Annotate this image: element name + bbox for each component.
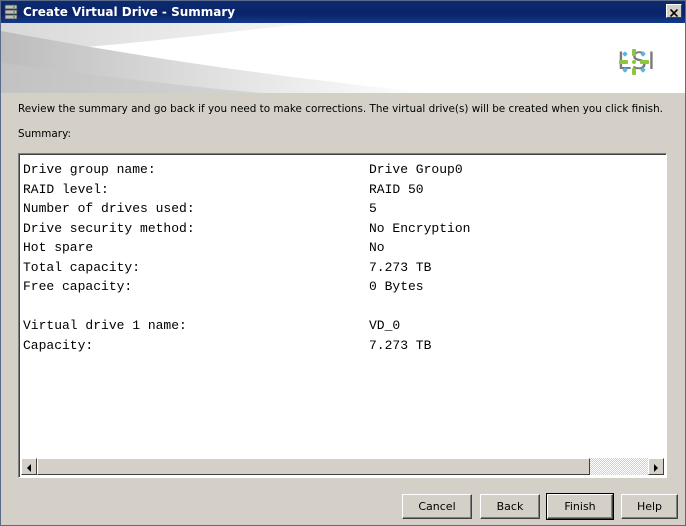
summary-key	[23, 297, 369, 317]
dialog-window: Create Virtual Drive - Summary LSI Revie…	[0, 0, 686, 526]
summary-key: Free capacity:	[23, 279, 133, 294]
back-button[interactable]: Back	[480, 494, 540, 519]
summary-row: Number of drives used: 5	[23, 199, 470, 219]
summary-value: 5	[369, 201, 377, 216]
summary-row: Virtual drive 1 name: VD_0	[23, 316, 470, 336]
summary-key: Capacity:	[23, 337, 94, 353]
arrow-right-icon	[653, 457, 659, 476]
summary-value: 0 Bytes	[369, 279, 424, 294]
summary-textbox[interactable]: Drive group name: Drive Group0 RAID leve…	[18, 153, 667, 478]
scroll-right-button[interactable]	[648, 458, 664, 475]
summary-value: No Encryption	[369, 220, 471, 236]
lsi-logo: LSI	[617, 47, 661, 75]
summary-row: Total capacity: 7.273 TB	[23, 258, 470, 278]
summary-key: Drive security method:	[23, 220, 195, 236]
finish-button[interactable]: Finish	[546, 493, 614, 520]
summary-row: Hot spare No	[23, 238, 470, 258]
summary-row: Drive group name: Drive Group0	[23, 160, 470, 180]
summary-value: VD_0	[369, 318, 401, 333]
summary-key: Drive group name:	[23, 162, 156, 177]
banner-swoosh	[1, 23, 431, 93]
summary-row: RAID level: RAID 50	[23, 180, 470, 200]
summary-value: 7.273 TB	[369, 259, 432, 275]
drive-stack-icon	[4, 4, 18, 20]
summary-row: Capacity: 7.273 TB	[23, 336, 470, 356]
summary-value: RAID 50	[369, 181, 424, 197]
summary-row	[23, 297, 470, 317]
scrollbar-track[interactable]	[590, 458, 648, 475]
title-bar[interactable]: Create Virtual Drive - Summary	[1, 1, 685, 23]
horizontal-scrollbar[interactable]	[21, 458, 664, 475]
close-icon	[669, 2, 679, 21]
summary-row: Free capacity: 0 Bytes	[23, 277, 470, 297]
instructions-text: Review the summary and go back if you ne…	[18, 103, 663, 115]
help-button[interactable]: Help	[621, 494, 678, 519]
scrollbar-thumb[interactable]	[37, 458, 590, 475]
summary-value: No	[369, 240, 385, 255]
summary-key: Total capacity:	[23, 259, 141, 275]
arrow-left-icon	[26, 457, 32, 476]
summary-value: 7.273 TB	[369, 337, 432, 353]
summary-key: Number of drives used:	[23, 201, 195, 216]
summary-key: RAID level:	[23, 181, 109, 197]
summary-value: Drive Group0	[369, 162, 463, 177]
cancel-button[interactable]: Cancel	[402, 494, 472, 519]
scroll-left-button[interactable]	[21, 458, 37, 475]
summary-label: Summary:	[18, 128, 71, 140]
header-banner: LSI	[1, 23, 685, 93]
summary-key: Hot spare	[23, 240, 94, 255]
close-button[interactable]	[666, 4, 682, 18]
window-title: Create Virtual Drive - Summary	[23, 5, 236, 19]
summary-key: Virtual drive 1 name:	[23, 318, 187, 333]
summary-row: Drive security method: No Encryption	[23, 219, 470, 239]
summary-content: Drive group name: Drive Group0 RAID leve…	[23, 160, 470, 355]
